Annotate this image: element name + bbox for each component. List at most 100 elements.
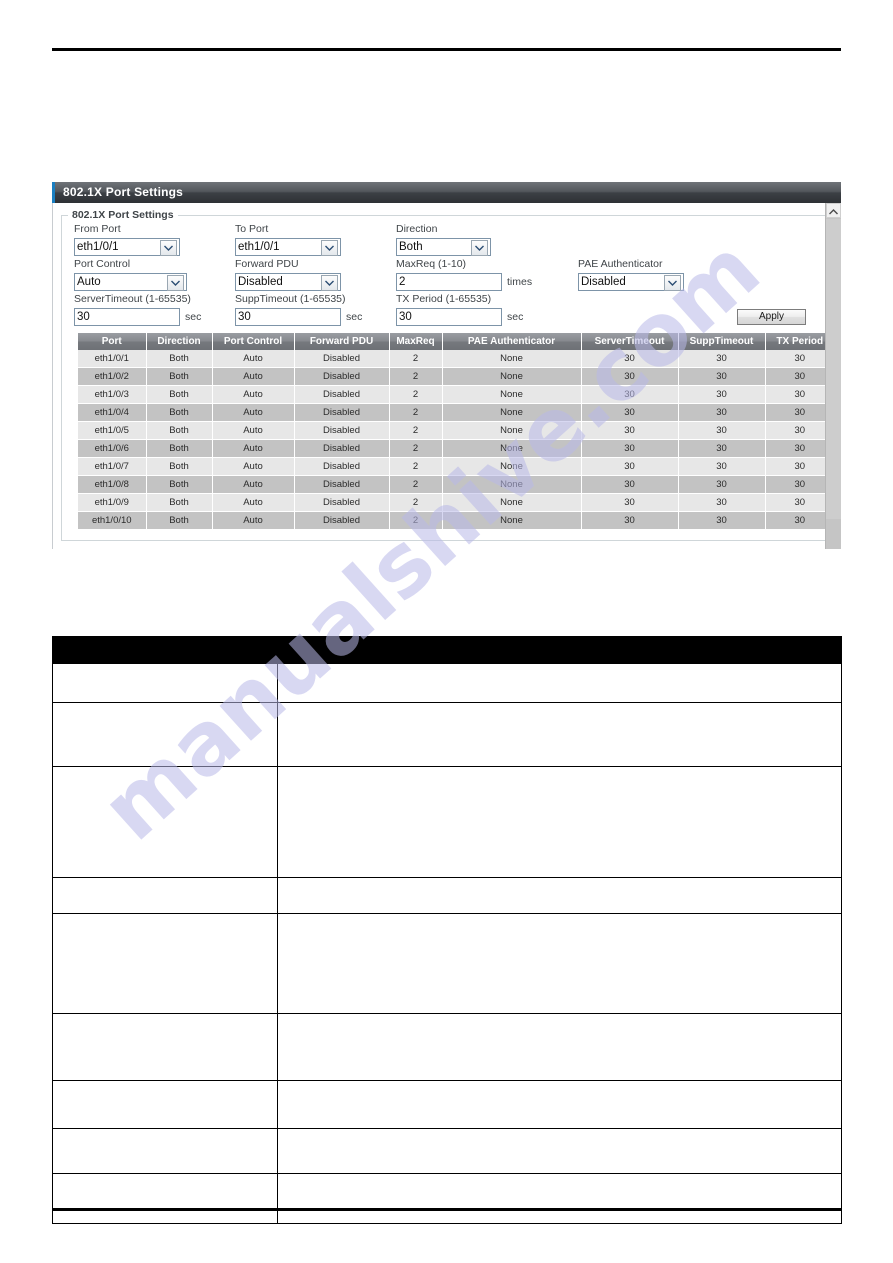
table-cell: None xyxy=(442,350,582,368)
table-row: eth1/0/2 Both Auto Disabled 2 None 30 30 30 xyxy=(78,367,834,386)
table-cell: Both xyxy=(146,493,213,512)
server-timeout-input[interactable]: 30 xyxy=(74,308,180,326)
settings-fieldset: 802.1X Port Settings From Port eth1/0/1 … xyxy=(61,209,835,541)
table-cell: 30 xyxy=(581,421,679,440)
table-cell: None xyxy=(442,475,582,494)
panel-scrollbar[interactable] xyxy=(825,203,841,549)
max-req-input[interactable]: 2 xyxy=(396,273,502,291)
table-cell: Both xyxy=(146,421,213,440)
tx-period-input[interactable]: 30 xyxy=(396,308,502,326)
table-cell: 2 xyxy=(389,457,443,476)
desc-description-cell xyxy=(277,702,842,767)
to-port-value: eth1/0/1 xyxy=(238,241,280,253)
table-cell: Both xyxy=(146,350,213,368)
column-header-0: Port xyxy=(78,333,147,350)
desc-parameter-cell xyxy=(52,1013,278,1081)
server-timeout-unit: sec xyxy=(185,311,202,323)
desc-description-cell xyxy=(277,877,842,914)
direction-value: Both xyxy=(399,241,423,253)
table-cell: eth1/0/9 xyxy=(78,493,147,512)
table-cell: Auto xyxy=(212,350,295,368)
forward-pdu-value: Disabled xyxy=(238,276,283,288)
desc-table-row xyxy=(52,913,842,1014)
table-cell: 2 xyxy=(389,493,443,512)
table-cell: 30 xyxy=(678,493,766,512)
tx-period-value: 30 xyxy=(399,311,412,323)
table-cell: eth1/0/8 xyxy=(78,475,147,494)
column-header-6: ServerTimeout xyxy=(581,333,679,350)
table-cell: 30 xyxy=(581,439,679,458)
supp-timeout-input[interactable]: 30 xyxy=(235,308,341,326)
apply-button[interactable]: Apply xyxy=(737,309,806,325)
from-port-label: From Port xyxy=(74,223,121,235)
scrollbar-thumb[interactable] xyxy=(826,219,841,519)
to-port-label: To Port xyxy=(235,223,269,235)
server-timeout-label: ServerTimeout (1-65535) xyxy=(74,293,191,305)
table-cell: eth1/0/10 xyxy=(78,511,147,530)
table-cell: Disabled xyxy=(294,385,390,404)
from-port-select[interactable]: eth1/0/1 xyxy=(74,238,180,256)
table-cell: 2 xyxy=(389,350,443,368)
column-header-2: Port Control xyxy=(212,333,295,350)
direction-select[interactable]: Both xyxy=(396,238,491,256)
table-cell: 30 xyxy=(581,493,679,512)
chevron-down-icon[interactable] xyxy=(167,275,184,291)
max-req-unit: times xyxy=(507,276,533,288)
desc-table-row xyxy=(52,702,842,767)
desc-header-row xyxy=(52,636,842,664)
table-cell: Both xyxy=(146,385,213,404)
table-cell: 2 xyxy=(389,475,443,494)
pae-authenticator-select[interactable]: Disabled xyxy=(578,273,684,291)
forward-pdu-label: Forward PDU xyxy=(235,258,299,270)
table-cell: Both xyxy=(146,475,213,494)
max-req-value: 2 xyxy=(399,276,406,288)
table-row: eth1/0/1 Both Auto Disabled 2 None 30 30 30 xyxy=(78,350,834,368)
panel-body: 802.1X Port Settings From Port eth1/0/1 … xyxy=(52,203,841,549)
table-cell: eth1/0/7 xyxy=(78,457,147,476)
tx-period-label: TX Period (1-65535) xyxy=(396,293,492,305)
desc-description-cell xyxy=(277,1128,842,1174)
table-cell: 30 xyxy=(678,475,766,494)
desc-description-cell xyxy=(277,1013,842,1081)
forward-pdu-select[interactable]: Disabled xyxy=(235,273,341,291)
chevron-down-icon[interactable] xyxy=(664,275,681,291)
table-cell: None xyxy=(442,439,582,458)
pae-authenticator-label: PAE Authenticator xyxy=(578,258,663,270)
chevron-down-icon[interactable] xyxy=(321,240,338,256)
table-cell: 30 xyxy=(581,385,679,404)
column-header-1: Direction xyxy=(146,333,213,350)
table-cell: Auto xyxy=(212,367,295,386)
table-cell: 30 xyxy=(765,350,834,368)
table-cell: 2 xyxy=(389,421,443,440)
table-row: eth1/0/7 Both Auto Disabled 2 None 30 30 30 xyxy=(78,457,834,476)
table-cell: Disabled xyxy=(294,475,390,494)
table-cell: 30 xyxy=(678,457,766,476)
chevron-down-icon[interactable] xyxy=(471,240,488,256)
table-cell: 30 xyxy=(765,493,834,512)
table-cell: eth1/0/2 xyxy=(78,367,147,386)
table-cell: None xyxy=(442,403,582,422)
ui-screenshot-panel: 802.1X Port Settings 802.1X Port Setting… xyxy=(52,182,841,549)
table-cell: 30 xyxy=(581,511,679,530)
table-cell: None xyxy=(442,367,582,386)
max-req-label: MaxReq (1-10) xyxy=(396,258,467,270)
table-cell: 30 xyxy=(678,385,766,404)
port-control-select[interactable]: Auto xyxy=(74,273,187,291)
column-header-3: Forward PDU xyxy=(294,333,390,350)
desc-description-cell xyxy=(277,766,842,878)
table-cell: eth1/0/4 xyxy=(78,403,147,422)
table-cell: Auto xyxy=(212,385,295,404)
table-cell: None xyxy=(442,385,582,404)
settings-form: From Port eth1/0/1 To Port eth1/0/1 Dire… xyxy=(62,223,834,333)
desc-description-cell xyxy=(277,663,842,703)
table-cell: Disabled xyxy=(294,493,390,512)
to-port-select[interactable]: eth1/0/1 xyxy=(235,238,341,256)
chevron-down-icon[interactable] xyxy=(160,240,177,256)
desc-parameter-cell xyxy=(52,1128,278,1174)
desc-header-parameter xyxy=(52,636,278,664)
desc-table-row xyxy=(52,1013,842,1081)
table-cell: Auto xyxy=(212,403,295,422)
chevron-down-icon[interactable] xyxy=(321,275,338,291)
scroll-up-button[interactable] xyxy=(826,203,841,218)
table-cell: 2 xyxy=(389,367,443,386)
